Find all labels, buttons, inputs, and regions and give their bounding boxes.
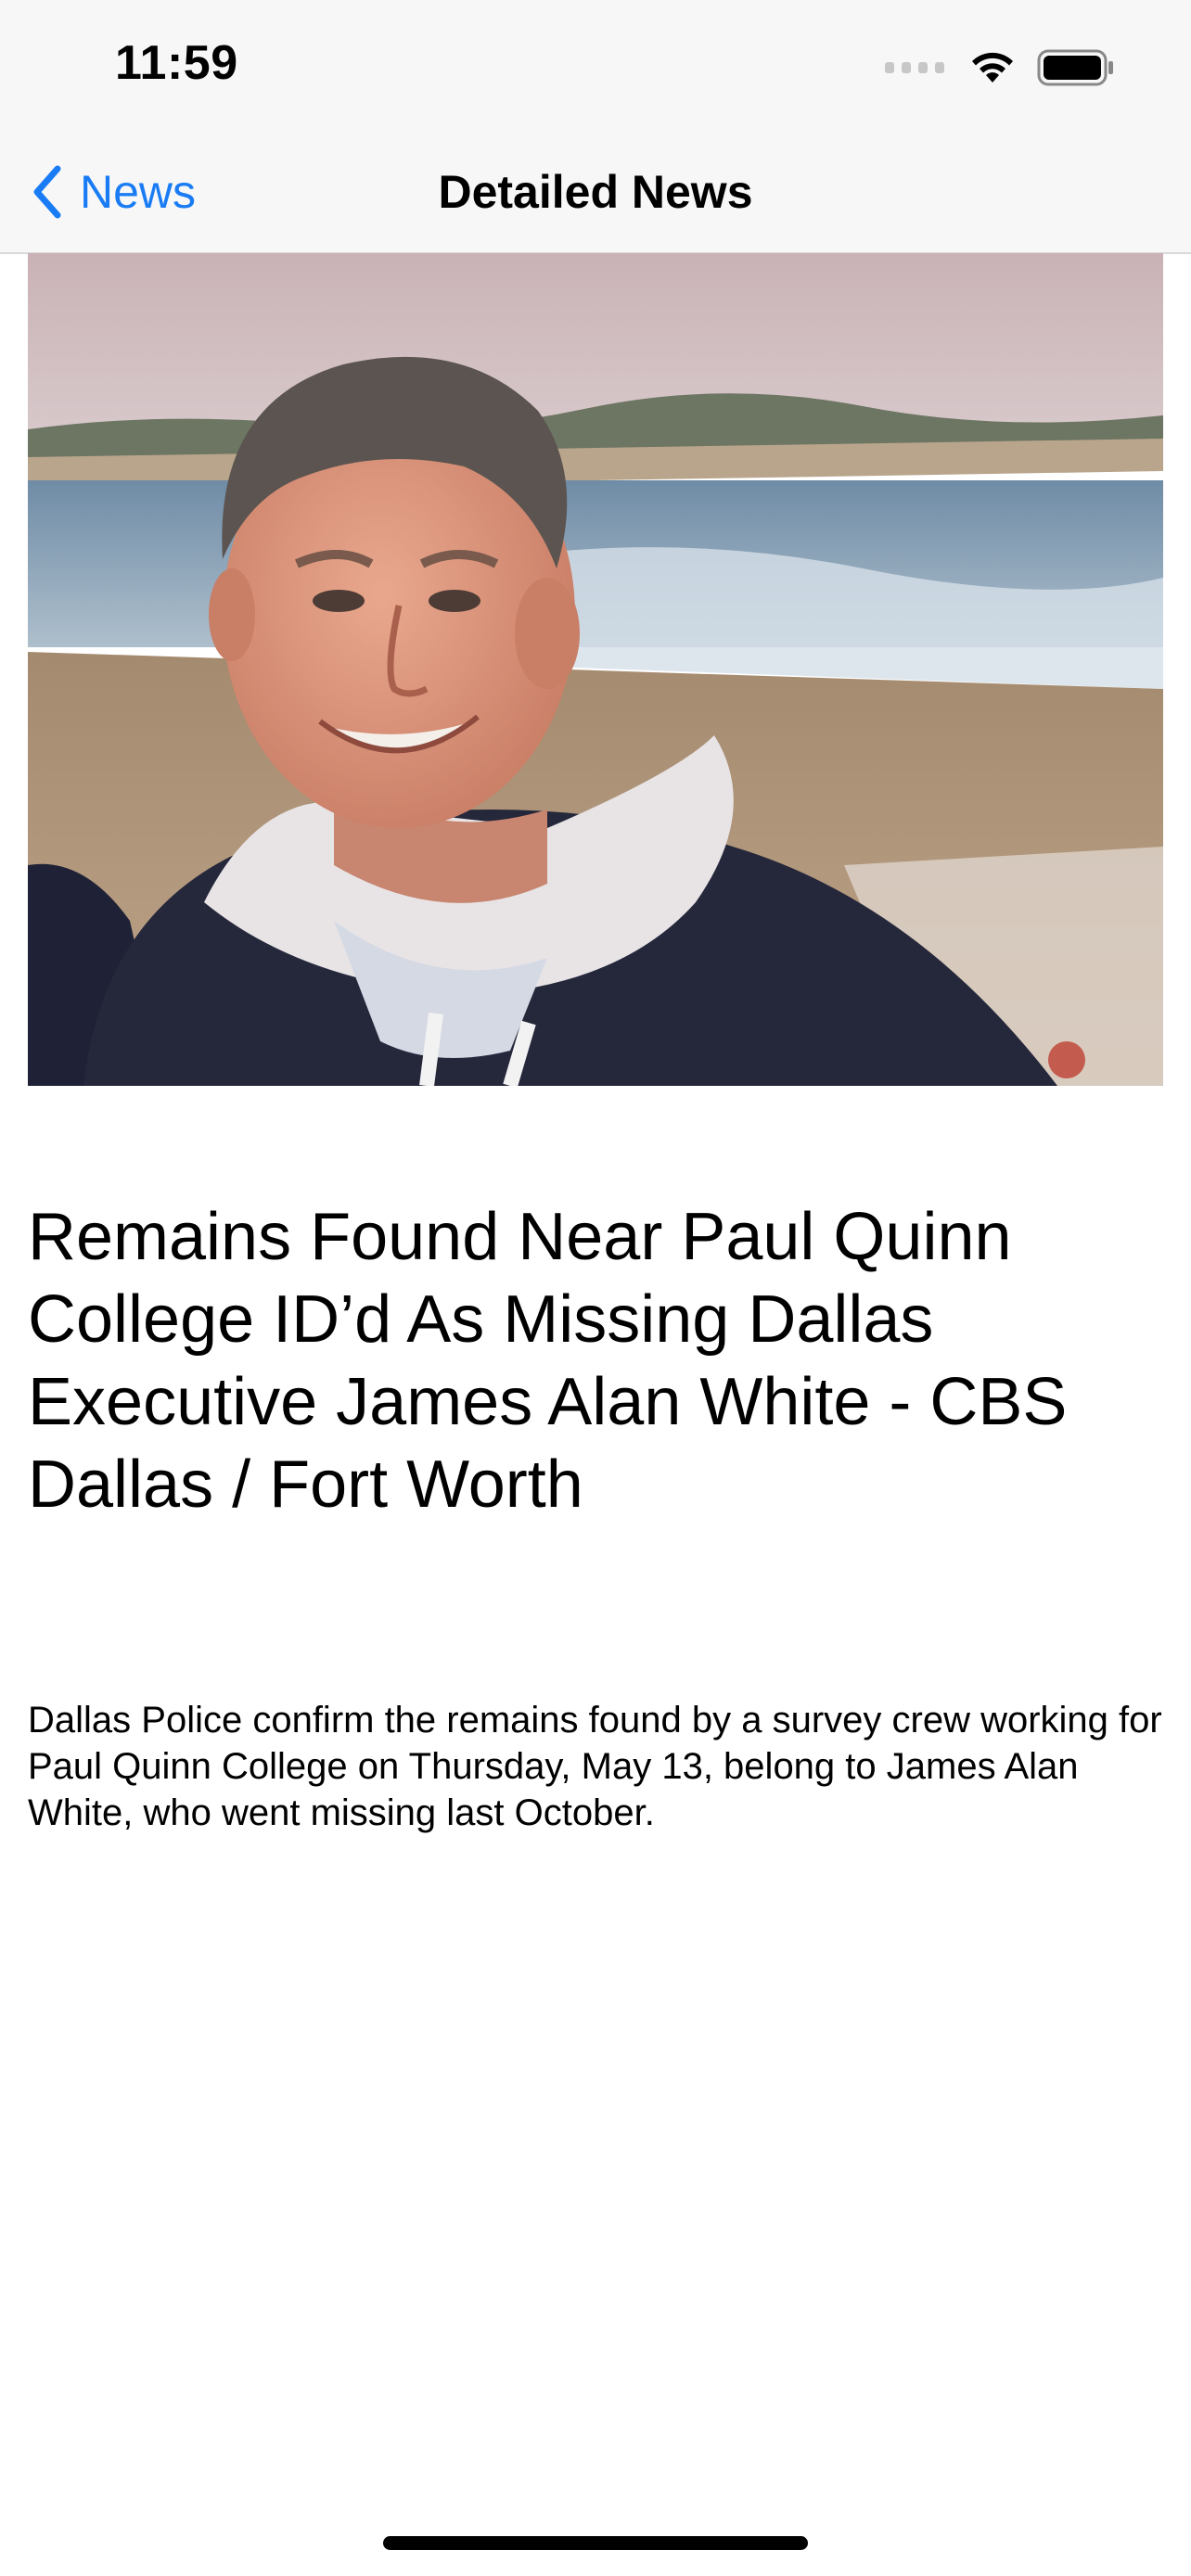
cellular-signal-icon	[885, 62, 944, 73]
home-indicator[interactable]	[383, 2536, 808, 2550]
article-summary: Dallas Police confirm the remains found …	[28, 1700, 1162, 1833]
status-time: 11:59	[115, 36, 238, 90]
status-icons	[885, 45, 1115, 91]
navigation-bar: 11:59 News Detailed News	[0, 0, 1191, 254]
wifi-icon	[972, 52, 1013, 83]
article-headline: Remains Found Near Paul Quinn College ID…	[28, 1200, 1068, 1522]
page-title: Detailed News	[438, 166, 753, 218]
battery-icon	[1037, 49, 1113, 86]
article-image	[28, 253, 1163, 1086]
